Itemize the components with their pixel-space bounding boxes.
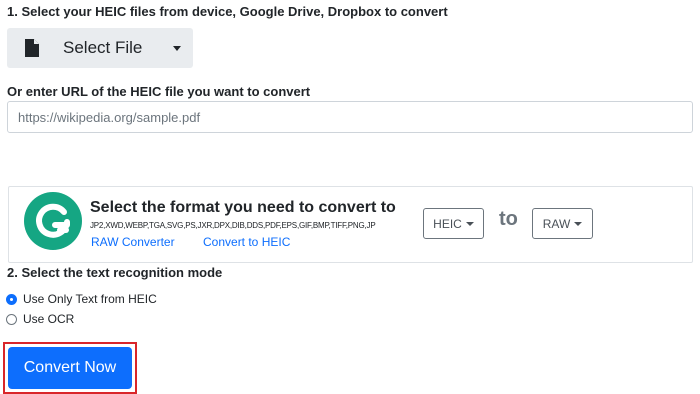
to-label: to (499, 208, 518, 230)
radio-label: Use Only Text from HEIC (23, 292, 157, 306)
format-title: Select the format you need to convert to (90, 199, 396, 216)
radio-option-ocr[interactable]: Use OCR (6, 312, 74, 326)
caret-down-icon (465, 221, 474, 226)
file-icon (25, 39, 39, 57)
radio-label: Use OCR (23, 312, 75, 326)
select-file-button[interactable]: Select File (7, 28, 193, 68)
radio-unchecked-icon[interactable] (6, 313, 17, 325)
url-input[interactable] (7, 101, 693, 133)
caret-down-icon (173, 45, 181, 51)
to-format-dropdown[interactable]: RAW (532, 208, 593, 239)
select-file-label: Select File (63, 38, 143, 57)
radio-option-text-only[interactable]: Use Only Text from HEIC (6, 292, 157, 306)
radio-checked-icon[interactable] (6, 293, 17, 305)
from-format-value: HEIC (433, 216, 462, 231)
caret-down-icon (574, 221, 583, 226)
convert-now-button[interactable]: Convert Now (8, 347, 132, 389)
convert-to-heic-link[interactable]: Convert to HEIC (203, 235, 290, 249)
grammarly-logo-icon (24, 192, 82, 250)
step2-label: 2. Select the text recognition mode (7, 265, 223, 280)
from-format-dropdown[interactable]: HEIC (423, 208, 484, 239)
format-list: JP2,XWD,WEBP,TGA,SVG,PS,JXR,DPX,DIB,DDS,… (90, 221, 376, 230)
raw-converter-link[interactable]: RAW Converter (91, 235, 175, 249)
to-format-value: RAW (542, 216, 571, 231)
url-label: Or enter URL of the HEIC file you want t… (7, 84, 311, 99)
step1-label: 1. Select your HEIC files from device, G… (7, 4, 448, 19)
